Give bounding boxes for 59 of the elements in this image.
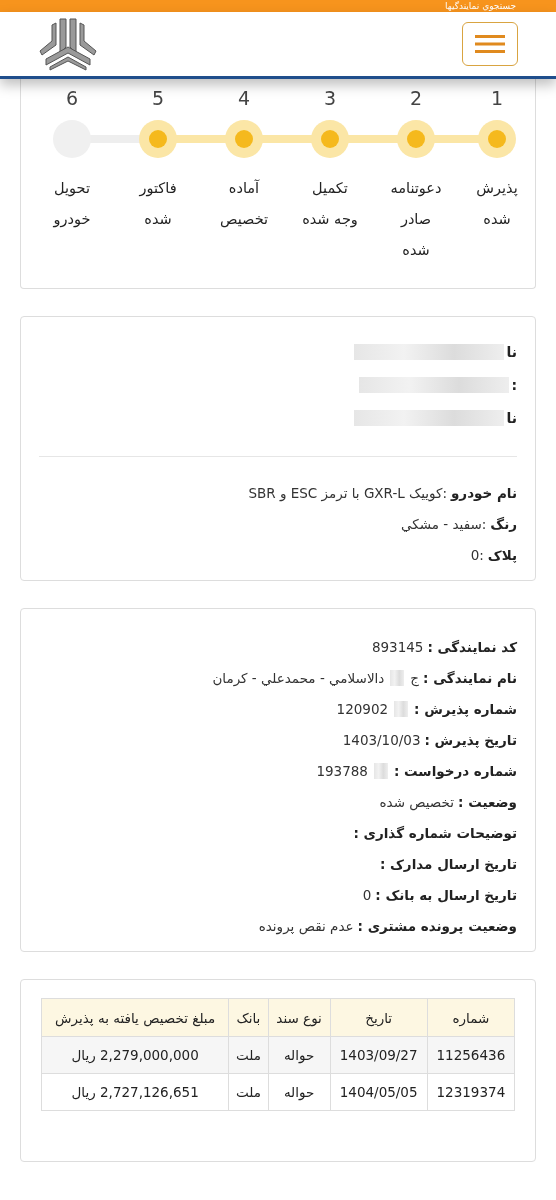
field-value: 893145 (371, 638, 424, 655)
step-label: تکميل وجه شده (302, 179, 358, 230)
column-header: تاریخ (330, 998, 428, 1037)
step-label: تحويل خودرو (52, 179, 92, 230)
column-header: مبلغ تخصیص یافته به پذیرش (41, 998, 229, 1037)
field-value: تخصیص شده (379, 793, 455, 810)
field-value: 120902 (336, 700, 389, 717)
table-cell: 2,279,000,000 ریال (41, 1036, 229, 1074)
table-cell: 1403/09/27 (330, 1036, 428, 1074)
field-label: نا (506, 409, 517, 426)
field-label: شماره درخواست : (393, 762, 517, 779)
column-header: بانک (228, 998, 269, 1037)
menu-icon (475, 34, 505, 54)
field-label: شماره پذیرش : (414, 700, 517, 717)
step-label: پذيرش شده (475, 179, 519, 229)
field-value: 193788 (316, 762, 368, 779)
table-cell: 1404/05/05 (330, 1073, 428, 1111)
field-label: نام نمایندگی : (423, 669, 517, 686)
field-label: : (511, 376, 517, 393)
table-cell: 12319374 (427, 1073, 515, 1111)
step-number: 2 (409, 87, 423, 111)
table-cell: 2,727,126,651 ریال (41, 1073, 229, 1111)
search-dealers-link[interactable]: جستجوي نمايندگيها (445, 1, 516, 11)
field-label: توضیحات شماره گذاری : (353, 824, 517, 841)
field-label: وضعیت پرونده مشتری : (357, 917, 517, 934)
step-number: 1 (490, 87, 504, 111)
step-label: فاکتور شده (138, 179, 178, 229)
table-cell: حواله (268, 1073, 331, 1111)
field-value: 0 (362, 886, 372, 903)
table-cell: ملت (228, 1073, 269, 1111)
step-number: 6 (65, 87, 79, 111)
field-value: ج (410, 669, 420, 686)
step-label: آماده تخصيص (218, 178, 270, 230)
menu-button[interactable] (462, 22, 518, 66)
field-label: وضعیت : (458, 793, 517, 810)
field-label: پلاک (487, 546, 517, 563)
step-number: 4 (237, 87, 251, 111)
step-label: دعوتنامه صادر شده (389, 179, 443, 260)
step-number: 3 (323, 87, 337, 111)
column-header: شماره (427, 998, 515, 1037)
table-cell: حواله (268, 1036, 331, 1074)
logo-icon (38, 17, 98, 71)
field-label: نا (506, 343, 517, 360)
step-number: 5 (151, 87, 165, 111)
column-header: نوع سند (268, 998, 331, 1037)
field-label: رنگ (490, 515, 517, 532)
field-value: دالاسلامي - محمدعلي - کرمان (212, 669, 385, 686)
field-value: :0 (470, 546, 484, 563)
field-label: تاریخ پذیرش : (424, 731, 517, 748)
field-label: نام خودرو (450, 484, 517, 501)
field-value: :کوییک GXR-L با ترمز ESC و SBR (248, 484, 447, 501)
table-cell: 11256436 (427, 1036, 515, 1074)
field-label: کد نمایندگی : (427, 638, 517, 655)
field-value: :سفيد - مشکي (401, 515, 487, 532)
field-value: عدم نقص پرونده (258, 917, 354, 934)
field-label: تاریخ ارسال مدارک : (379, 855, 517, 872)
field-value: 1403/10/03 (342, 731, 421, 748)
field-label: تاریخ ارسال به بانک : (375, 886, 517, 903)
table-cell: ملت (228, 1036, 269, 1074)
